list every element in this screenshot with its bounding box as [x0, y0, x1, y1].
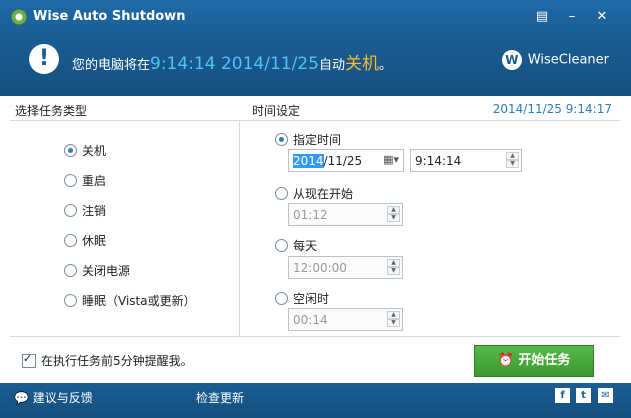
remind-label: 在执行任务前5分钟提醒我。	[41, 354, 193, 368]
task-label: 睡眠（Vista或更新）	[82, 294, 196, 308]
spin-down-icon[interactable]: ▼	[387, 267, 400, 275]
radio-dot	[64, 294, 77, 307]
message-suffix: 。	[378, 58, 392, 73]
facebook-icon[interactable]: f	[555, 388, 570, 403]
daily-spinner[interactable]: ▲ ▼	[387, 259, 400, 276]
time-radio-daily[interactable]: 每天	[275, 237, 317, 254]
wisecleaner-link[interactable]: W WiseCleaner	[501, 50, 609, 70]
task-label: 关机	[82, 144, 107, 158]
checkbox-checked-icon[interactable]	[22, 352, 36, 368]
app-logo-icon	[11, 9, 27, 25]
radio-dot	[275, 133, 288, 146]
task-radio-poweroff[interactable]: 关闭电源	[64, 262, 130, 279]
feedback-label: 建议与反馈	[32, 391, 93, 405]
alarm-clock-icon: ⏰	[497, 353, 514, 368]
task-label: 重启	[82, 174, 107, 188]
spin-up-icon[interactable]: ▲	[387, 206, 400, 214]
task-radio-shutdown[interactable]: 关机	[64, 142, 106, 159]
time-spinner[interactable]: ▲ ▼	[506, 152, 519, 169]
spin-down-icon[interactable]: ▼	[387, 214, 400, 222]
task-label: 关闭电源	[82, 264, 131, 278]
twitter-icon[interactable]: t	[576, 388, 591, 403]
calendar-dropdown-icon[interactable]: ▦▾	[383, 153, 399, 166]
task-label: 注销	[82, 204, 107, 218]
radio-dot	[64, 264, 77, 277]
idle-field[interactable]: 00:14 ▲ ▼	[288, 308, 403, 331]
feedback-link[interactable]: 💬 建议与反馈	[14, 389, 93, 406]
menu-icon[interactable]: ▤	[533, 8, 551, 26]
email-icon[interactable]: ✉	[598, 388, 613, 403]
remind-checkbox[interactable]: 在执行任务前5分钟提醒我。	[22, 352, 193, 369]
check-update-link[interactable]: 检查更新	[196, 389, 244, 406]
date-rest: /11/25	[323, 154, 363, 168]
app-window: Wise Auto Shutdown ▤ – ✕ ! 您的电脑将在9:14:14…	[0, 0, 631, 418]
spin-down-icon[interactable]: ▼	[387, 319, 400, 327]
message-mid: 自动	[318, 58, 345, 73]
chat-bubble-icon: 💬	[14, 391, 29, 405]
radio-dot	[275, 292, 288, 305]
message-prefix: 您的电脑将在	[72, 58, 151, 73]
main-content: 选择任务类型 时间设定 2014/11/25 9:14:17 关机 重启 注销 …	[0, 96, 631, 383]
time-setting-heading: 时间设定	[252, 104, 301, 118]
spin-down-icon[interactable]: ▼	[506, 160, 519, 168]
minimize-button[interactable]: –	[563, 8, 581, 26]
date-year-selected: 2014	[293, 154, 324, 168]
task-radio-logoff[interactable]: 注销	[64, 202, 106, 219]
scheduled-action: 关机	[344, 54, 379, 74]
task-label: 休眠	[82, 234, 107, 248]
start-task-label: 开始任务	[518, 353, 571, 368]
date-picker[interactable]: 2014/11/25 ▦▾	[288, 149, 404, 172]
shutdown-message: 您的电脑将在9:14:14 2014/11/25自动关机。	[72, 49, 392, 74]
info-icon: !	[29, 44, 59, 74]
divider	[10, 120, 620, 121]
scheduled-time: 9:14:14 2014/11/25	[150, 54, 319, 74]
task-radio-hibernate[interactable]: 休眠	[64, 232, 106, 249]
radio-dot	[275, 239, 288, 252]
daily-value: 12:00:00	[293, 261, 347, 275]
from-now-spinner[interactable]: ▲ ▼	[387, 206, 400, 223]
time-value: 9:14:14	[415, 154, 462, 168]
time-option-label: 空闲时	[293, 292, 330, 306]
divider	[239, 121, 240, 336]
current-time: 2014/11/25 9:14:17	[492, 102, 612, 116]
start-task-button[interactable]: ⏰ 开始任务	[474, 345, 594, 377]
time-option-label: 从现在开始	[293, 187, 354, 201]
close-button[interactable]: ✕	[593, 8, 611, 26]
daily-field[interactable]: 12:00:00 ▲ ▼	[288, 256, 403, 279]
spin-up-icon[interactable]: ▲	[506, 152, 519, 160]
wisecleaner-logo-icon: W	[501, 50, 522, 70]
radio-dot	[64, 144, 77, 157]
task-type-heading: 选择任务类型	[15, 104, 88, 118]
idle-value: 00:14	[293, 313, 328, 327]
window-title: Wise Auto Shutdown	[33, 9, 186, 24]
spin-up-icon[interactable]: ▲	[387, 311, 400, 319]
status-banner: ! 您的电脑将在9:14:14 2014/11/25自动关机。 W WiseCle…	[0, 34, 631, 96]
time-radio-specified[interactable]: 指定时间	[275, 131, 341, 148]
brand-label: WiseCleaner	[527, 52, 609, 68]
radio-dot	[64, 234, 77, 247]
radio-dot	[275, 187, 288, 200]
time-field[interactable]: 9:14:14 ▲ ▼	[410, 149, 522, 172]
footer-bar: 💬 建议与反馈 检查更新 f t ✉	[0, 383, 631, 418]
task-radio-restart[interactable]: 重启	[64, 172, 106, 189]
idle-spinner[interactable]: ▲ ▼	[387, 311, 400, 328]
time-radio-from-now[interactable]: 从现在开始	[275, 185, 353, 202]
from-now-value: 01:12	[293, 208, 328, 222]
time-radio-idle[interactable]: 空闲时	[275, 290, 329, 307]
date-value: 2014/11/25	[293, 154, 362, 168]
from-now-field[interactable]: 01:12 ▲ ▼	[288, 203, 403, 226]
divider	[10, 336, 620, 337]
spin-up-icon[interactable]: ▲	[387, 259, 400, 267]
time-option-label: 指定时间	[293, 133, 342, 147]
time-option-label: 每天	[293, 239, 318, 253]
radio-dot	[64, 204, 77, 217]
radio-dot	[64, 174, 77, 187]
titlebar: Wise Auto Shutdown ▤ – ✕	[0, 0, 631, 34]
task-radio-sleep[interactable]: 睡眠（Vista或更新）	[64, 292, 196, 309]
